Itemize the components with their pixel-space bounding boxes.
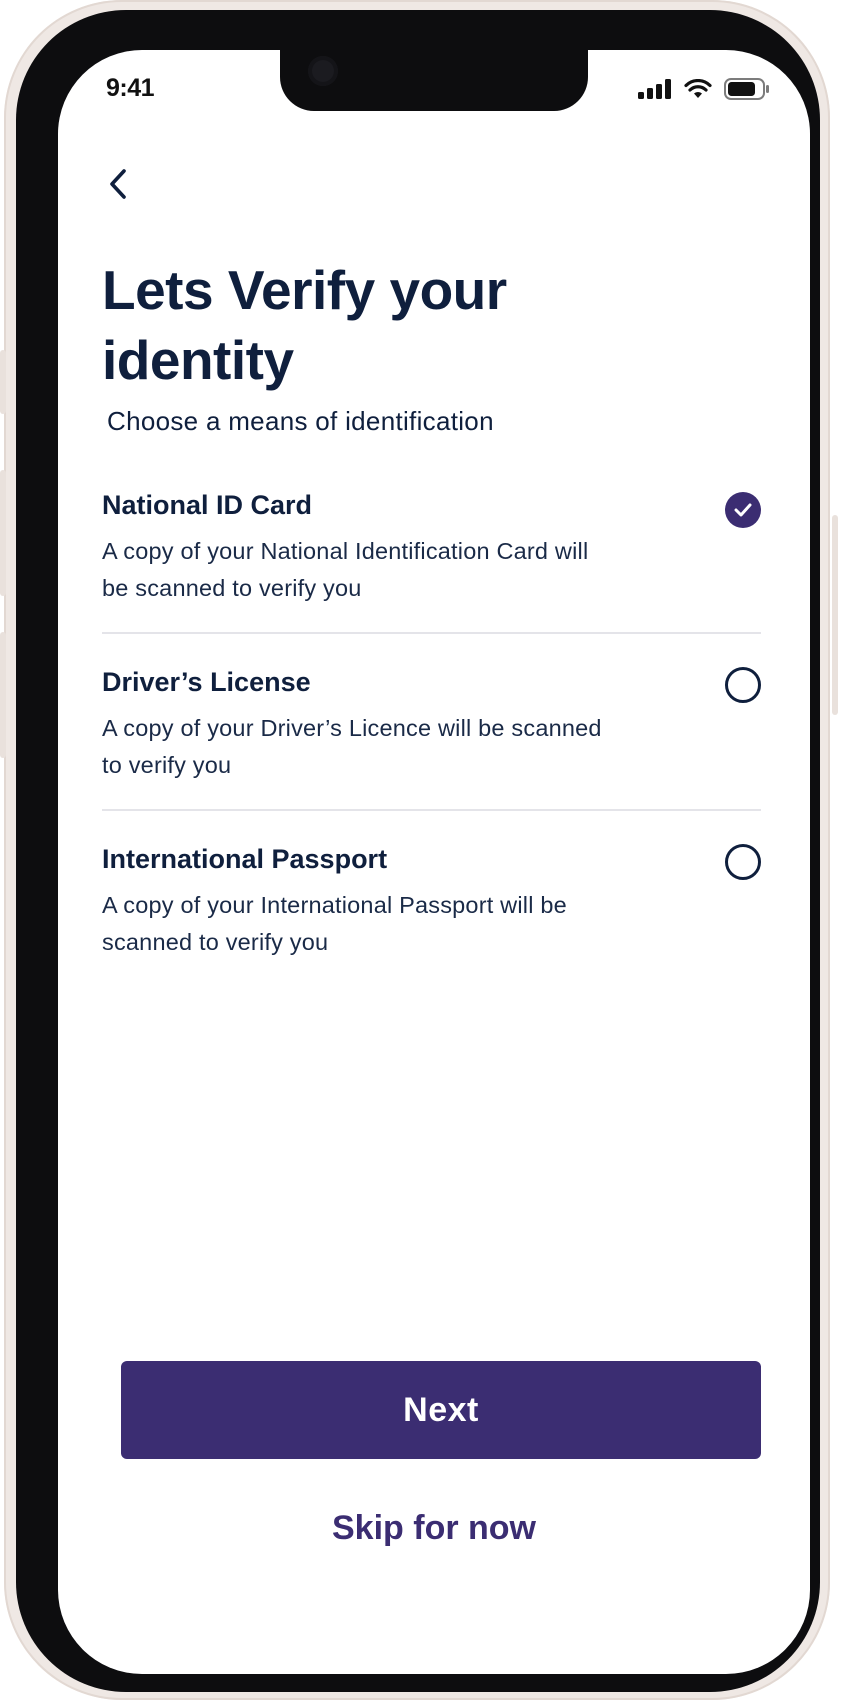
back-button[interactable] (98, 160, 138, 208)
radio-selected[interactable] (725, 492, 761, 528)
option-drivers-license[interactable]: Driver’s License A copy of your Driver’s… (102, 667, 761, 778)
battery-icon (724, 78, 769, 100)
camera-icon (308, 56, 338, 86)
notch (280, 50, 588, 111)
status-time: 9:41 (106, 74, 155, 102)
radio-unselected[interactable] (725, 844, 761, 880)
option-description: A copy of your International Passport wi… (102, 892, 567, 955)
option-description: A copy of your Driver’s Licence will be … (102, 715, 602, 778)
radio-unselected[interactable] (725, 667, 761, 703)
page-subtitle: Choose a means of identification (107, 406, 494, 436)
option-national-id[interactable]: National ID Card A copy of your National… (102, 490, 761, 601)
page-title: Lets Verify your identity (102, 259, 507, 391)
option-title: International Passport (102, 844, 388, 874)
option-title: Driver’s License (102, 667, 311, 697)
phone-side-button (0, 632, 6, 758)
phone-bezel: 9:41 Lets Verify your identity Choose a … (16, 10, 820, 1692)
divider (102, 632, 761, 634)
status-icons (638, 78, 770, 100)
phone-frame: 9:41 Lets Verify your identity Choose a … (0, 0, 838, 1700)
next-button[interactable]: Next (121, 1361, 761, 1459)
checkmark-icon (734, 503, 752, 517)
wifi-icon (684, 79, 712, 98)
chevron-left-icon (110, 169, 126, 199)
phone-side-button (832, 515, 838, 715)
phone-side-button (0, 470, 6, 596)
divider (102, 809, 761, 811)
phone-side-button (0, 350, 6, 414)
option-title: National ID Card (102, 490, 313, 520)
skip-for-now-link[interactable]: Skip for now (58, 1509, 810, 1548)
option-description: A copy of your National Identification C… (102, 538, 589, 601)
app-screen: 9:41 Lets Verify your identity Choose a … (58, 50, 810, 1674)
signal-icon (638, 79, 671, 99)
option-international-passport[interactable]: International Passport A copy of your In… (102, 844, 761, 955)
